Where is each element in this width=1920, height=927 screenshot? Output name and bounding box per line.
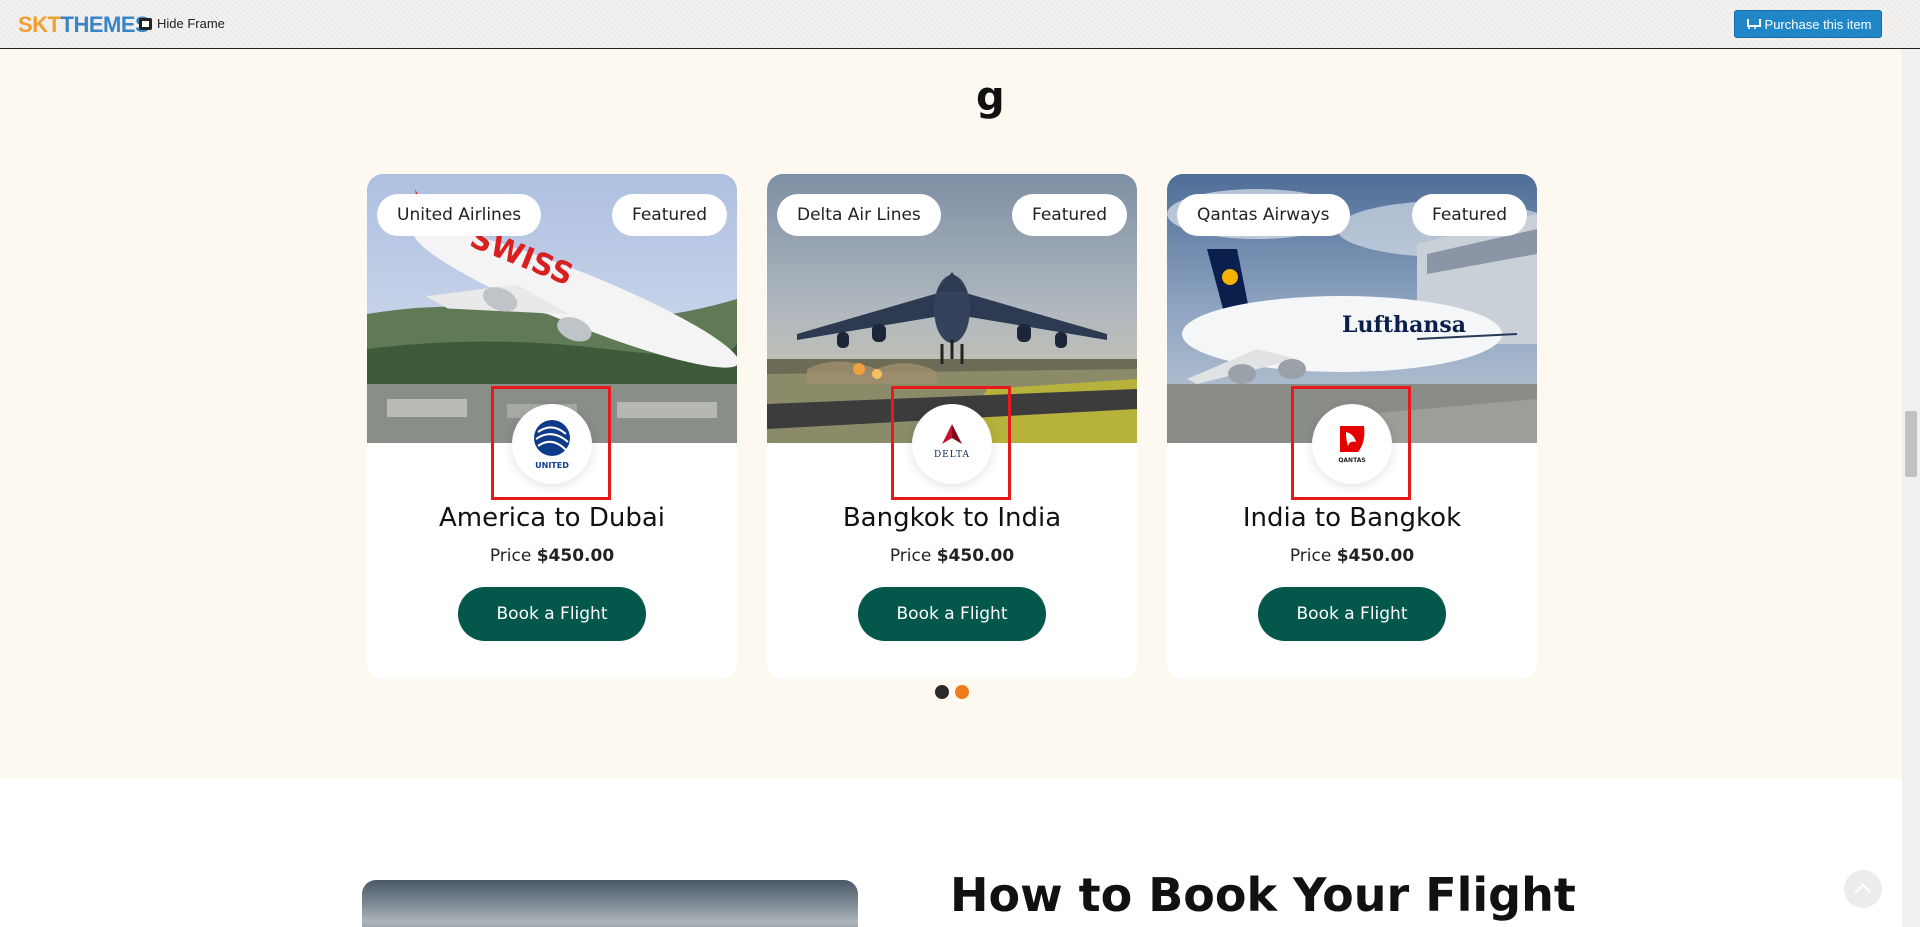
route-title: America to Dubai: [438, 503, 666, 533]
price-text: Price $450.00: [367, 546, 737, 566]
price-text: Price $450.00: [1167, 546, 1537, 566]
section-title-fragment: g: [976, 74, 1005, 120]
flight-card: Delta Air Lines Featured DELTA Bangkok t…: [767, 174, 1137, 679]
how-to-book-image: [362, 880, 858, 927]
hide-frame-label: Hide Frame: [157, 16, 225, 31]
logo-sct-text: SKT: [18, 12, 61, 37]
logo-highlight-box: [891, 386, 1011, 500]
logo-highlight-box: [1291, 386, 1411, 500]
logo-themes-text: THEMES: [60, 12, 150, 37]
price-label: Price: [489, 546, 532, 566]
price-value: $450.00: [936, 546, 1015, 566]
flight-card: Lufthansa Qantas Airways Featured QANTAS…: [1167, 174, 1537, 679]
price-value: $450.00: [536, 546, 615, 566]
price-text: Price $450.00: [767, 546, 1137, 566]
hide-frame-button[interactable]: Hide Frame: [139, 16, 225, 31]
how-to-book-title: How to Book Your Flight: [950, 868, 1576, 922]
skt-themes-logo[interactable]: SKTTHEMES: [18, 12, 150, 38]
airline-pill[interactable]: United Airlines: [377, 194, 542, 236]
page-scrollbar[interactable]: [1902, 49, 1920, 927]
carousel-dot-2-active[interactable]: [955, 685, 969, 699]
preview-frame-bar: SKTTHEMES Hide Frame Purchase this item: [0, 0, 1920, 49]
price-label: Price: [1289, 546, 1332, 566]
featured-flights-section: g SWISS United Airlines Featured UNITED …: [0, 49, 1902, 778]
book-flight-button[interactable]: Book a Flight: [858, 587, 1046, 641]
route-title: India to Bangkok: [1242, 503, 1462, 533]
purchase-label: Purchase this item: [1764, 16, 1872, 32]
logo-highlight-box: [491, 386, 611, 500]
purchase-button[interactable]: Purchase this item: [1734, 10, 1882, 38]
carousel-dot-1[interactable]: [935, 685, 949, 699]
price-value: $450.00: [1336, 546, 1415, 566]
cart-icon: [1745, 18, 1761, 30]
featured-badge: Featured: [1411, 194, 1527, 236]
svg-text:Lufthansa: Lufthansa: [1342, 312, 1466, 338]
price-label: Price: [889, 546, 932, 566]
route-title: Bangkok to India: [842, 503, 1062, 533]
book-flight-button[interactable]: Book a Flight: [458, 587, 646, 641]
featured-badge: Featured: [611, 194, 727, 236]
flight-card: SWISS United Airlines Featured UNITED Am…: [367, 174, 737, 679]
carousel-dots: [935, 685, 969, 699]
airline-pill[interactable]: Delta Air Lines: [777, 194, 941, 236]
scrollbar-thumb[interactable]: [1905, 411, 1917, 477]
scroll-to-top-button[interactable]: [1844, 870, 1882, 908]
book-flight-button[interactable]: Book a Flight: [1258, 587, 1446, 641]
airline-pill[interactable]: Qantas Airways: [1177, 194, 1350, 236]
featured-badge: Featured: [1011, 194, 1127, 236]
frame-icon: [139, 17, 152, 30]
